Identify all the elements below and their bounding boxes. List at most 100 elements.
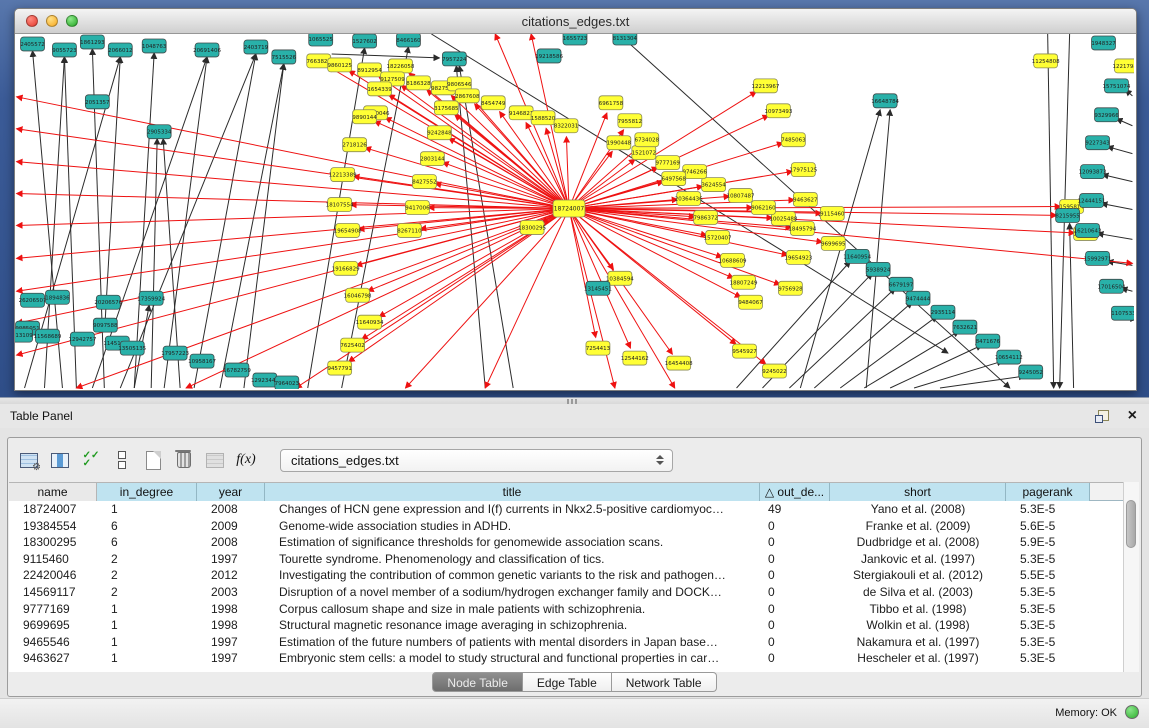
graph-node[interactable]: 26206507: [19, 293, 47, 307]
graph-node[interactable]: 15992971: [1084, 251, 1112, 265]
show-column-button[interactable]: [47, 447, 73, 473]
graph-node[interactable]: 2403719: [244, 40, 269, 54]
graph-node[interactable]: 10688609: [719, 253, 747, 267]
graph-node[interactable]: 9860125: [327, 58, 351, 72]
graph-node[interactable]: 2051357: [85, 95, 110, 109]
graph-node[interactable]: 3175685: [434, 101, 458, 115]
function-builder-button[interactable]: f(x): [233, 447, 259, 473]
select-rows-button[interactable]: ✓✓✓: [78, 447, 104, 473]
graph-node[interactable]: 9242848: [427, 126, 452, 140]
graph-node[interactable]: 10973493: [765, 104, 793, 118]
table-row[interactable]: 969969511998Structural magnetic resonanc…: [9, 617, 1123, 634]
graph-node[interactable]: 19218586: [535, 49, 563, 63]
graph-node[interactable]: 12544162: [621, 351, 649, 365]
graph-node[interactable]: 8466160: [396, 34, 421, 47]
column-header-out-de-[interactable]: △ out_de...: [760, 483, 830, 502]
graph-node[interactable]: 18226058: [387, 59, 415, 73]
graph-node[interactable]: 18300295: [518, 220, 546, 234]
graph-node[interactable]: 10384594: [606, 271, 634, 285]
graph-node[interactable]: 12093873: [1079, 165, 1107, 179]
column-header-name[interactable]: name: [9, 483, 97, 502]
table-row[interactable]: 977716911998Corpus callosum shape and si…: [9, 601, 1123, 618]
graph-node[interactable]: 13505135: [118, 341, 146, 355]
graph-node[interactable]: 16046798: [344, 288, 372, 302]
graph-node[interactable]: 16210643: [1074, 223, 1102, 237]
graph-node[interactable]: 8322031: [554, 119, 578, 133]
graph-node[interactable]: 2803144: [420, 152, 445, 166]
graph-node[interactable]: 17957223: [161, 346, 189, 360]
graph-node[interactable]: 8912954: [357, 63, 382, 77]
graph-node[interactable]: 7254413: [586, 341, 611, 355]
graph-node[interactable]: 1861293: [80, 35, 105, 49]
float-panel-icon[interactable]: [1098, 410, 1109, 421]
graph-node[interactable]: 17975125: [789, 163, 817, 177]
graph-node[interactable]: 2718126: [342, 138, 367, 152]
graph-node[interactable]: 3913109: [15, 328, 33, 342]
graph-node[interactable]: 9746266: [682, 165, 707, 179]
graph-node[interactable]: 20691406: [193, 43, 221, 57]
new-document-button[interactable]: [140, 447, 166, 473]
graph-node[interactable]: 1894836: [45, 290, 70, 304]
column-header-short[interactable]: short: [830, 483, 1006, 502]
graph-node[interactable]: 9146821: [509, 106, 533, 120]
graph-node[interactable]: 12213389: [329, 168, 357, 182]
column-header-in-degree[interactable]: in_degree: [97, 483, 197, 502]
graph-node[interactable]: 19166829: [332, 261, 360, 275]
graph-node[interactable]: 9097588: [93, 318, 118, 332]
column-header-pagerank[interactable]: pagerank: [1006, 483, 1090, 502]
graph-node[interactable]: 9227343: [1085, 136, 1110, 150]
graph-node[interactable]: 8471676: [976, 334, 1001, 348]
table-row[interactable]: 1872400712008Changes of HCN gene express…: [9, 501, 1123, 518]
graph-node[interactable]: 7632621: [953, 320, 977, 334]
table-row[interactable]: 1938455462009Genome-wide association stu…: [9, 518, 1123, 535]
graph-node[interactable]: 1588520: [531, 111, 556, 125]
graph-node[interactable]: 9699695: [821, 236, 845, 250]
close-panel-icon[interactable]: ×: [1128, 406, 1137, 426]
graph-node[interactable]: 6497568: [662, 172, 687, 186]
graph-node[interactable]: 9115460: [820, 207, 845, 221]
graph-node[interactable]: 17359924: [137, 291, 165, 305]
graph-node[interactable]: 1990448: [607, 136, 632, 150]
graph-node[interactable]: 13145451: [584, 281, 612, 295]
graph-node[interactable]: 9062160: [751, 201, 776, 215]
graph-node[interactable]: 12217987: [1113, 59, 1134, 73]
graph-node[interactable]: 17016504: [1098, 279, 1126, 293]
graph-node[interactable]: 9245022: [762, 364, 786, 378]
graph-node[interactable]: 15751074: [1103, 79, 1131, 93]
graph-node[interactable]: 11254808: [1032, 54, 1060, 68]
graph-node[interactable]: 10654112: [995, 350, 1023, 364]
table-row[interactable]: 946554611997Estimation of the future num…: [9, 634, 1123, 651]
graph-node[interactable]: 16454408: [665, 356, 693, 370]
tab-edge-table[interactable]: Edge Table: [523, 672, 612, 692]
graph-node[interactable]: 11568689: [34, 329, 62, 343]
graph-node[interactable]: 1948327: [1091, 36, 1116, 50]
graph-node[interactable]: 16648784: [871, 94, 899, 108]
minimize-window-icon[interactable]: [46, 15, 58, 27]
graph-node[interactable]: 19654908: [334, 223, 362, 237]
close-window-icon[interactable]: [26, 15, 38, 27]
graph-node[interactable]: 8186328: [406, 76, 431, 90]
graph-node[interactable]: 9545927: [732, 344, 757, 358]
graph-node[interactable]: 1521072: [632, 146, 656, 160]
unmerge-columns-button[interactable]: [109, 447, 135, 473]
graph-node[interactable]: 12942757: [68, 332, 96, 346]
graph-node[interactable]: 1065525: [309, 34, 333, 46]
network-window[interactable]: citations_edges.txt 18724007240557290557…: [14, 8, 1137, 391]
graph-node[interactable]: 2066012: [108, 43, 132, 57]
tab-network-table[interactable]: Network Table: [612, 672, 717, 692]
graph-node[interactable]: 8131304: [613, 34, 638, 45]
graph-node[interactable]: 12444151: [1078, 194, 1106, 208]
graph-node[interactable]: 9484067: [738, 295, 763, 309]
graph-node[interactable]: 10958167: [188, 354, 216, 368]
scrollbar-thumb[interactable]: [1126, 500, 1136, 548]
graph-node[interactable]: 1048763: [142, 39, 167, 53]
graph-node[interactable]: 15720407: [704, 230, 732, 244]
graph-node[interactable]: 2905334: [147, 125, 172, 139]
graph-node[interactable]: 7957224: [442, 52, 467, 66]
graph-node[interactable]: 8267110: [397, 223, 422, 237]
zoom-window-icon[interactable]: [66, 15, 78, 27]
graph-node[interactable]: 18107554: [326, 198, 354, 212]
vertical-scrollbar[interactable]: [1123, 482, 1139, 672]
table-row[interactable]: 946362711997Embryonic stem cells: a mode…: [9, 650, 1123, 667]
table-row[interactable]: 1456911722003Disruption of a novel membe…: [9, 584, 1123, 601]
